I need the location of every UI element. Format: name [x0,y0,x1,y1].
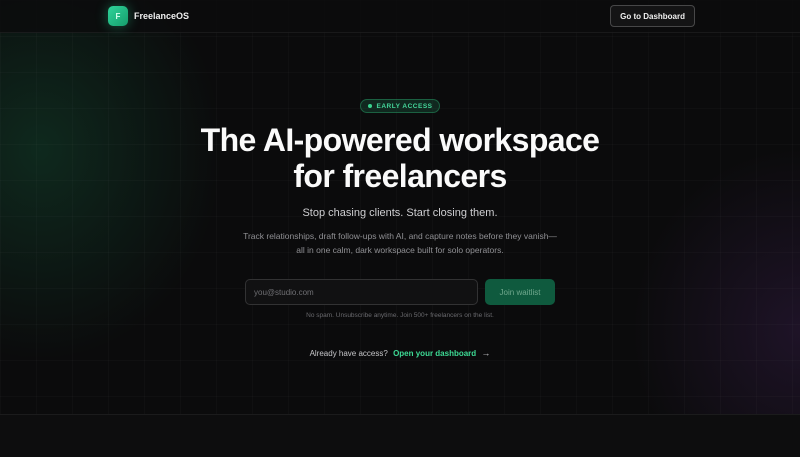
title-line-1: The AI-powered workspace [200,122,600,158]
access-row: Already have access? Open your dashboard… [0,348,800,358]
brand[interactable]: F FreelanceOS [108,6,189,26]
open-dashboard-link[interactable]: Open your dashboard [393,349,476,358]
form-note: No spam. Unsubscribe anytime. Join 500+ … [306,312,494,319]
dot-icon [367,104,372,108]
hero-description: Track relationships, draft follow-ups wi… [243,231,557,255]
landing-page: F FreelanceOS Go to Dashboard EARLY ACCE… [0,0,800,457]
badge-label: EARLY ACCESS [376,102,433,110]
join-waitlist-button[interactable]: Join waitlist [485,279,555,305]
email-field[interactable] [245,279,478,305]
top-nav: F FreelanceOS Go to Dashboard [0,0,800,33]
hero-section: EARLY ACCESS The AI-powered workspace fo… [0,95,800,358]
title-line-2: for freelancers [293,158,507,194]
page-title: The AI-powered workspace for freelancers [0,122,800,194]
hero-subtitle: Stop chasing clients. Start closing them… [302,207,498,219]
bottom-section [0,414,800,457]
waitlist-form: Join waitlist [0,279,800,305]
go-to-dashboard-button[interactable]: Go to Dashboard [610,5,695,27]
early-access-badge: EARLY ACCESS [359,99,441,113]
arrow-right-icon: → [481,348,491,358]
brand-name: FreelanceOS [134,11,190,21]
logo-icon: F [108,6,128,26]
access-prompt: Already have access? [309,349,388,358]
